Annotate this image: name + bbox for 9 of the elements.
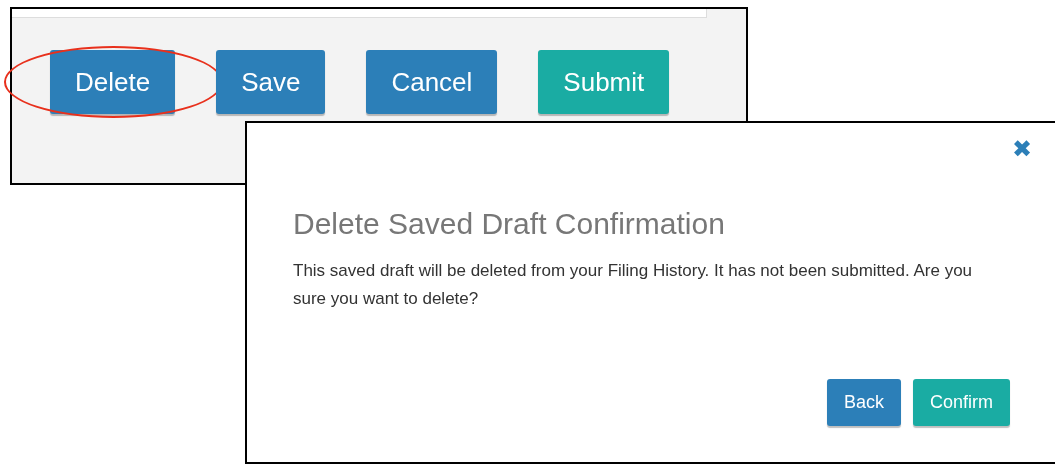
- dialog-button[interactable]: Confirm: [913, 379, 1010, 426]
- form-button[interactable]: Submit: [538, 50, 670, 114]
- close-button[interactable]: ✖: [1011, 135, 1032, 163]
- form-button[interactable]: Save: [216, 50, 326, 114]
- dialog-message: This saved draft will be deleted from your Filing History. It has not been submitted. Are you sure you want to delete?: [293, 260, 973, 310]
- dialog-button[interactable]: Back: [826, 379, 901, 426]
- dialog-title: Delete Saved Draft Confirmation: [293, 207, 726, 241]
- form-button[interactable]: Cancel: [366, 50, 498, 114]
- form-button[interactable]: Delete: [50, 50, 176, 114]
